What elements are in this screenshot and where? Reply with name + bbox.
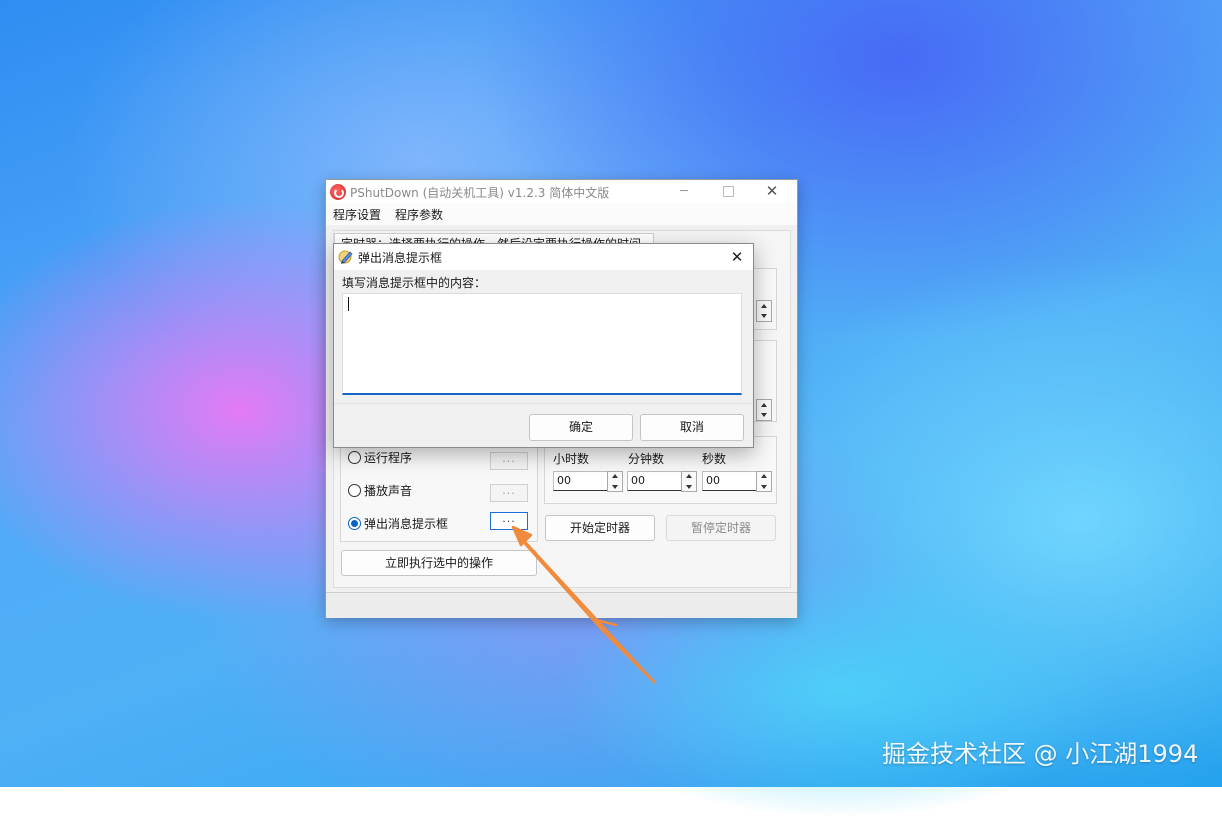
spinner-button[interactable] xyxy=(756,300,772,322)
popup-message-dialog: 弹出消息提示框 ✕ 填写消息提示框中的内容： 确定 取消 xyxy=(333,243,754,448)
radio-button[interactable] xyxy=(348,484,361,497)
dialog-close-button[interactable]: ✕ xyxy=(724,246,750,268)
hours-input[interactable]: 00 xyxy=(553,471,608,491)
start-timer-button[interactable]: 开始定时器 xyxy=(545,515,655,541)
text-caret xyxy=(348,297,349,311)
title-bar[interactable]: PShutDown (自动关机工具) v1.2.3 简体中文版 ─ ✕ xyxy=(326,180,797,203)
play-sound-browse-button[interactable]: ... xyxy=(490,484,528,502)
seconds-spinner[interactable] xyxy=(756,471,772,492)
run-program-browse-button[interactable]: ... xyxy=(490,452,528,470)
hours-label: 小时数 xyxy=(553,452,590,466)
minutes-spinner[interactable] xyxy=(681,471,697,492)
minutes-input[interactable]: 00 xyxy=(627,471,682,491)
dialog-prompt-label: 填写消息提示框中的内容： xyxy=(342,276,487,290)
pause-timer-button[interactable]: 暂停定时器 xyxy=(666,515,776,541)
seconds-label: 秒数 xyxy=(702,452,727,466)
menu-bar: 程序设置 程序参数 xyxy=(326,203,797,225)
radio-label: 播放声音 xyxy=(364,484,413,498)
minutes-label: 分钟数 xyxy=(628,452,665,466)
execute-now-button[interactable]: 立即执行选中的操作 xyxy=(341,550,537,576)
power-icon xyxy=(330,184,346,200)
dialog-title: 弹出消息提示框 xyxy=(358,251,443,265)
maximize-icon xyxy=(722,186,734,197)
watermark-text: 掘金技术社区 @ 小江湖1994 xyxy=(882,740,1199,768)
menu-item-program-params[interactable]: 程序参数 xyxy=(395,206,443,223)
hours-spinner[interactable] xyxy=(607,471,623,492)
menu-item-program-settings[interactable]: 程序设置 xyxy=(333,206,381,223)
seconds-input[interactable]: 00 xyxy=(702,471,757,491)
minimize-button[interactable]: ─ xyxy=(662,181,706,202)
message-content-textarea[interactable] xyxy=(342,293,742,395)
radio-button-selected[interactable] xyxy=(348,517,361,530)
status-bar xyxy=(326,592,797,618)
spinner-button[interactable] xyxy=(756,399,772,421)
cancel-button[interactable]: 取消 xyxy=(640,414,744,441)
radio-label: 弹出消息提示框 xyxy=(364,517,449,531)
ok-button[interactable]: 确定 xyxy=(529,414,633,441)
radio-label: 运行程序 xyxy=(364,451,413,465)
maximize-button[interactable] xyxy=(706,181,750,202)
close-button[interactable]: ✕ xyxy=(750,181,794,202)
window-title: PShutDown (自动关机工具) v1.2.3 简体中文版 xyxy=(350,186,610,200)
dialog-title-bar[interactable]: 弹出消息提示框 ✕ xyxy=(334,244,753,270)
radio-button[interactable] xyxy=(348,451,361,464)
popup-message-edit-button[interactable]: ... xyxy=(490,512,528,530)
pencil-icon xyxy=(338,250,353,264)
divider xyxy=(334,403,753,404)
